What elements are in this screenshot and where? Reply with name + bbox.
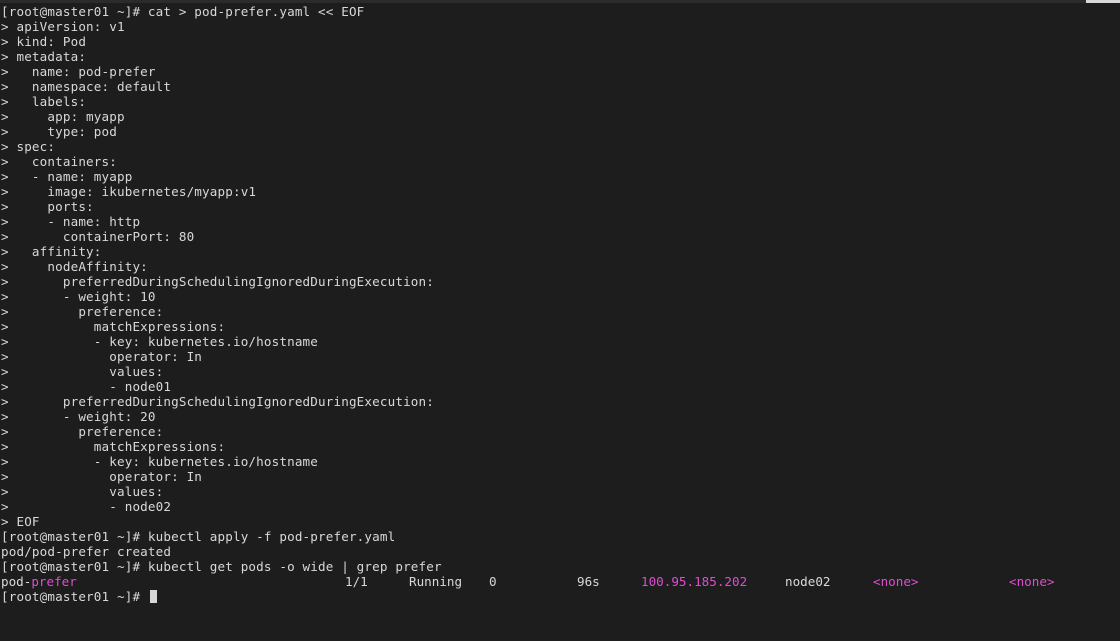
pod-status: Running xyxy=(409,574,463,589)
heredoc-end-line: > EOF xyxy=(1,514,40,529)
yaml-line: > image: ikubernetes/myapp:v1 xyxy=(1,184,257,199)
yaml-line: > - weight: 20 xyxy=(1,409,156,424)
yaml-line: > preference: xyxy=(1,424,164,439)
pod-node: node02 xyxy=(785,574,831,589)
yaml-line: > preferredDuringSchedulingIgnoredDuring… xyxy=(1,274,434,289)
yaml-line: > - node01 xyxy=(1,379,172,394)
yaml-line: > metadata: xyxy=(1,49,87,64)
apply-output-line: pod/pod-prefer created xyxy=(1,544,172,559)
terminal-window[interactable]: [root@master01 ~]# cat > pod-prefer.yaml… xyxy=(0,0,1120,641)
yaml-line: > containerPort: 80 xyxy=(1,229,195,244)
grep-match-highlight: prefer xyxy=(31,574,77,589)
yaml-line: > ports: xyxy=(1,199,94,214)
yaml-line: > - name: myapp xyxy=(1,169,133,184)
terminal-cursor xyxy=(149,590,157,603)
pod-age: 96s xyxy=(577,574,600,589)
command-line-cat-heredoc: [root@master01 ~]# cat > pod-prefer.yaml… xyxy=(1,4,365,19)
yaml-line: > operator: In xyxy=(1,469,203,484)
pod-list-row: pod-prefer 1/1 Running 0 96s 100.95.185.… xyxy=(1,574,1120,589)
pod-readiness-gates: <none> xyxy=(1009,574,1055,589)
yaml-line: > app: myapp xyxy=(1,109,125,124)
yaml-line: > preference: xyxy=(1,304,164,319)
yaml-line: > apiVersion: v1 xyxy=(1,19,125,34)
prompt-line[interactable]: [root@master01 ~]# xyxy=(1,589,1120,604)
yaml-line: > affinity: xyxy=(1,244,102,259)
yaml-line: > containers: xyxy=(1,154,117,169)
yaml-line: > matchExpressions: xyxy=(1,319,226,334)
scrollbar-thumb[interactable] xyxy=(1086,0,1120,3)
yaml-line: > operator: In xyxy=(1,349,203,364)
pod-name: pod-prefer xyxy=(1,574,77,589)
terminal-output: [root@master01 ~]# cat > pod-prefer.yaml… xyxy=(1,4,1120,604)
command-line-kubectl-get-pods: [root@master01 ~]# kubectl get pods -o w… xyxy=(1,559,442,574)
yaml-line: > spec: xyxy=(1,139,56,154)
yaml-line: > namespace: default xyxy=(1,79,172,94)
yaml-line: > type: pod xyxy=(1,124,117,139)
pod-restarts: 0 xyxy=(489,574,497,589)
yaml-line: > name: pod-prefer xyxy=(1,64,156,79)
pod-nominated-node: <none> xyxy=(873,574,919,589)
yaml-line: > - key: kubernetes.io/hostname xyxy=(1,454,319,469)
pod-ip: 100.95.185.202 xyxy=(641,574,748,589)
yaml-line: > - key: kubernetes.io/hostname xyxy=(1,334,319,349)
yaml-line: > preferredDuringSchedulingIgnoredDuring… xyxy=(1,394,434,409)
yaml-line: > values: xyxy=(1,484,164,499)
top-scroll-strip xyxy=(0,0,1120,3)
command-line-kubectl-apply: [root@master01 ~]# kubectl apply -f pod-… xyxy=(1,529,396,544)
yaml-line: > - node02 xyxy=(1,499,172,514)
yaml-line: > kind: Pod xyxy=(1,34,87,49)
yaml-line: > - weight: 10 xyxy=(1,289,156,304)
yaml-line: > - name: http xyxy=(1,214,141,229)
yaml-line: > nodeAffinity: xyxy=(1,259,148,274)
pod-ready: 1/1 xyxy=(345,574,368,589)
yaml-line: > matchExpressions: xyxy=(1,439,226,454)
yaml-line: > labels: xyxy=(1,94,87,109)
yaml-line: > values: xyxy=(1,364,164,379)
